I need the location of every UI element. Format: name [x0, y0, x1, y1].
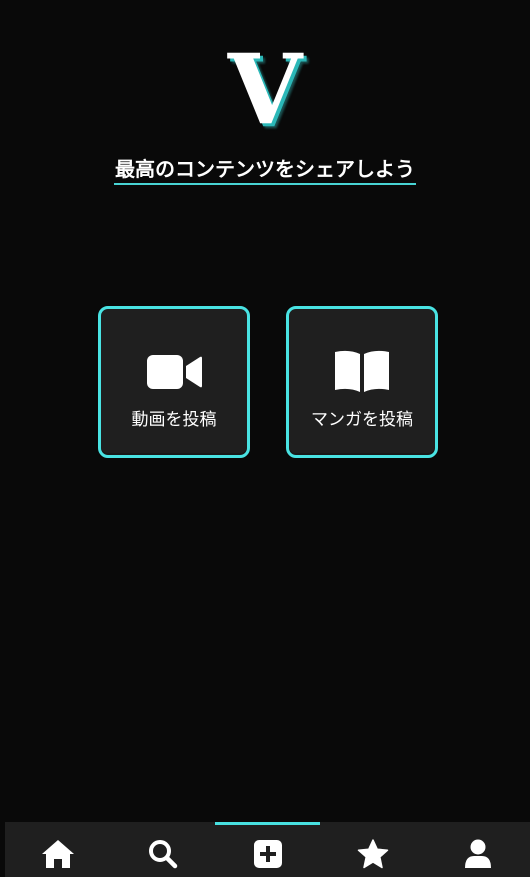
open-book-icon — [289, 349, 435, 395]
post-manga-button[interactable]: マンガを投稿 — [286, 306, 438, 458]
video-camera-icon — [101, 349, 247, 395]
post-options: 動画を投稿 マンガを投稿 — [98, 306, 438, 458]
post-video-label: 動画を投稿 — [131, 410, 217, 430]
nav-favorites[interactable] — [320, 822, 425, 877]
nav-home[interactable] — [5, 822, 110, 877]
bottom-nav — [5, 822, 530, 877]
tagline-container: 最高のコンテンツをシェアしよう — [0, 155, 530, 185]
plus-square-icon — [253, 831, 283, 869]
app-logo: V — [227, 33, 303, 146]
user-icon — [464, 831, 492, 869]
nav-search[interactable] — [110, 822, 215, 877]
home-icon — [41, 831, 75, 869]
star-icon — [357, 831, 389, 869]
nav-post[interactable] — [215, 822, 320, 877]
search-icon — [148, 831, 178, 869]
post-manga-label: マンガを投稿 — [311, 410, 413, 430]
tagline-text: 最高のコンテンツをシェアしよう — [114, 155, 416, 185]
post-video-button[interactable]: 動画を投稿 — [98, 306, 250, 458]
post-select-screen: V 最高のコンテンツをシェアしよう 動画を投稿 マンガを投稿 — [0, 0, 530, 877]
nav-profile[interactable] — [425, 822, 530, 877]
